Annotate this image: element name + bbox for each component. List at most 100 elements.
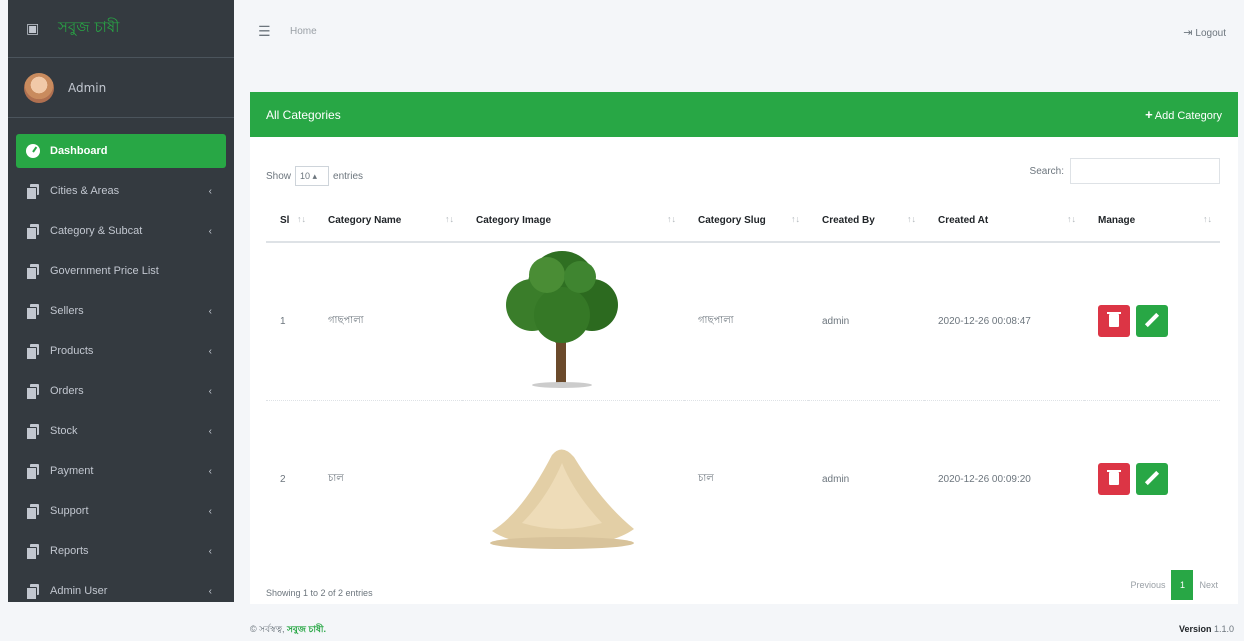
cell-sl: 1 bbox=[266, 241, 314, 400]
copy-icon bbox=[26, 504, 40, 520]
cell-created-at: 2020-12-26 00:09:20 bbox=[924, 399, 1084, 558]
footer-copyright: © সর্বস্বত্ব, সবুজ চাষী. bbox=[250, 624, 326, 634]
sort-icon: ↑↓ bbox=[907, 214, 916, 224]
sort-icon: ↑↓ bbox=[667, 214, 676, 224]
manage-buttons bbox=[1098, 305, 1220, 338]
avatar bbox=[24, 72, 54, 103]
footer-brand-link[interactable]: সবুজ চাষী. bbox=[287, 624, 326, 634]
sort-icon: ↑↓ bbox=[297, 214, 306, 224]
menu-toggle-icon[interactable]: ☰ bbox=[258, 24, 271, 40]
copy-icon bbox=[26, 304, 40, 320]
copy-icon bbox=[26, 544, 40, 560]
copy-icon bbox=[26, 224, 40, 240]
sidebar-item-label: Dashboard bbox=[50, 145, 108, 157]
sort-icon: ↑↓ bbox=[1067, 214, 1076, 224]
search-input[interactable] bbox=[1070, 158, 1220, 184]
sidebar-item-stock[interactable]: Stock ‹ bbox=[16, 414, 226, 448]
logout-icon: ⇥ bbox=[1183, 27, 1193, 39]
categories-table: Sl ↑↓ Category Name ↑↓ Category Image ↑↓ Ca… bbox=[266, 200, 1220, 558]
home-link[interactable]: Home bbox=[290, 26, 317, 37]
sidebar-item-category-subcat[interactable]: Category & Subcat ‹ bbox=[16, 214, 226, 248]
pagination-page-1[interactable]: 1 bbox=[1171, 570, 1194, 600]
version-label: Version bbox=[1178, 624, 1212, 634]
rice-image bbox=[490, 449, 634, 549]
cell-category-name: চাল bbox=[314, 399, 462, 558]
sidebar-item-support[interactable]: Support ‹ bbox=[16, 494, 226, 528]
column-header-manage[interactable]: Manage ↑↓ bbox=[1084, 200, 1220, 243]
chevron-left-icon: ‹ bbox=[208, 225, 212, 237]
categories-card: All Categories + Add Category Show 10 ▴ e… bbox=[250, 92, 1238, 604]
chevron-left-icon: ‹ bbox=[208, 425, 212, 437]
dashboard-icon bbox=[26, 144, 40, 158]
sidebar-item-admin-user[interactable]: Admin User ‹ bbox=[16, 574, 226, 608]
sidebar-item-payment[interactable]: Payment ‹ bbox=[16, 454, 226, 488]
sidebar-item-products[interactable]: Products ‹ bbox=[16, 334, 226, 368]
logo-icon: ▣ bbox=[26, 20, 40, 37]
column-header-sl[interactable]: Sl ↑↓ bbox=[266, 200, 314, 243]
sidebar-item-government-price-list[interactable]: Government Price List bbox=[16, 254, 226, 288]
search-label: Search: bbox=[1029, 165, 1064, 177]
card-header: All Categories + Add Category bbox=[250, 92, 1238, 137]
delete-button[interactable] bbox=[1098, 305, 1130, 338]
cell-created-by: admin bbox=[808, 399, 924, 558]
pagination: Previous 1 Next bbox=[1130, 570, 1218, 600]
cell-category-slug: গাছপালা bbox=[684, 241, 808, 400]
sidebar-item-orders[interactable]: Orders ‹ bbox=[16, 374, 226, 408]
sidebar-item-label: Admin User bbox=[50, 585, 108, 597]
sidebar-item-label: Orders bbox=[50, 385, 84, 397]
show-label: Show bbox=[266, 170, 292, 182]
column-header-created-at[interactable]: Created At ↑↓ bbox=[924, 200, 1084, 243]
brand-name: সবুজ চাষী bbox=[58, 18, 120, 36]
pagination-previous[interactable]: Previous bbox=[1130, 580, 1165, 590]
sort-icon: ↑↓ bbox=[445, 214, 454, 224]
sort-icon: ↑↓ bbox=[791, 214, 800, 224]
chevron-left-icon: ‹ bbox=[208, 385, 212, 397]
show-entries: Show 10 ▴ entries bbox=[266, 166, 363, 186]
sidebar-item-cities-areas[interactable]: Cities & Areas ‹ bbox=[16, 174, 226, 208]
column-header-created-by[interactable]: Created By ↑↓ bbox=[808, 200, 924, 243]
delete-button[interactable] bbox=[1098, 463, 1130, 496]
sidebar-item-reports[interactable]: Reports ‹ bbox=[16, 534, 226, 568]
footer-version: Version 1.1.0 bbox=[1179, 624, 1234, 634]
column-header-category-image[interactable]: Category Image ↑↓ bbox=[462, 200, 684, 243]
user-panel[interactable]: Admin bbox=[8, 58, 234, 118]
chevron-left-icon: ‹ bbox=[208, 465, 212, 477]
edit-button[interactable] bbox=[1136, 463, 1168, 496]
cell-category-name: গাছপালা bbox=[314, 241, 462, 400]
table-header-row: Sl ↑↓ Category Name ↑↓ Category Image ↑↓ Ca… bbox=[266, 200, 1220, 243]
sidebar-item-label: Products bbox=[50, 345, 94, 357]
sidebar: ▣ সবুজ চাষী Admin Dashboard Cities & Are… bbox=[8, 0, 234, 602]
table-controls: Show 10 ▴ entries Search: bbox=[266, 158, 1220, 186]
logout-link[interactable]: ⇥ Logout bbox=[1183, 26, 1226, 39]
column-header-category-name[interactable]: Category Name ↑↓ bbox=[314, 200, 462, 243]
search-box: Search: bbox=[1030, 158, 1220, 184]
pagination-next[interactable]: Next bbox=[1199, 580, 1218, 590]
chevron-left-icon: ‹ bbox=[208, 185, 212, 197]
entries-value: 10 bbox=[300, 171, 311, 181]
table-info: Showing 1 to 2 of 2 entries bbox=[266, 588, 373, 598]
sidebar-item-sellers[interactable]: Sellers ‹ bbox=[16, 294, 226, 328]
copy-icon bbox=[26, 464, 40, 480]
sidebar-item-label: Reports bbox=[50, 545, 89, 557]
table-row: 1 গাছপালা গাছপালা admin 2020-12-26 00:08… bbox=[266, 241, 1220, 400]
add-category-button[interactable]: + Add Category bbox=[1145, 107, 1222, 122]
sidebar-item-label: Payment bbox=[50, 465, 94, 477]
cell-category-slug: চাল bbox=[684, 399, 808, 558]
copy-icon bbox=[26, 264, 40, 280]
brand[interactable]: ▣ সবুজ চাষী bbox=[8, 0, 234, 58]
chevron-left-icon: ‹ bbox=[208, 545, 212, 557]
edit-button[interactable] bbox=[1136, 305, 1168, 338]
sidebar-item-dashboard[interactable]: Dashboard bbox=[16, 134, 226, 168]
cell-manage bbox=[1084, 399, 1220, 558]
copy-icon bbox=[26, 384, 40, 400]
user-name: Admin bbox=[68, 80, 107, 95]
chevron-left-icon: ‹ bbox=[208, 305, 212, 317]
column-header-category-slug[interactable]: Category Slug ↑↓ bbox=[684, 200, 808, 243]
sidebar-item-label: Government Price List bbox=[50, 265, 159, 277]
cell-category-image bbox=[462, 399, 684, 558]
cell-created-by: admin bbox=[808, 241, 924, 400]
entries-select[interactable]: 10 ▴ bbox=[295, 166, 330, 186]
version-number: 1.1.0 bbox=[1213, 624, 1234, 634]
sort-icon: ↑↓ bbox=[1203, 214, 1212, 224]
chevron-left-icon: ‹ bbox=[208, 345, 212, 357]
